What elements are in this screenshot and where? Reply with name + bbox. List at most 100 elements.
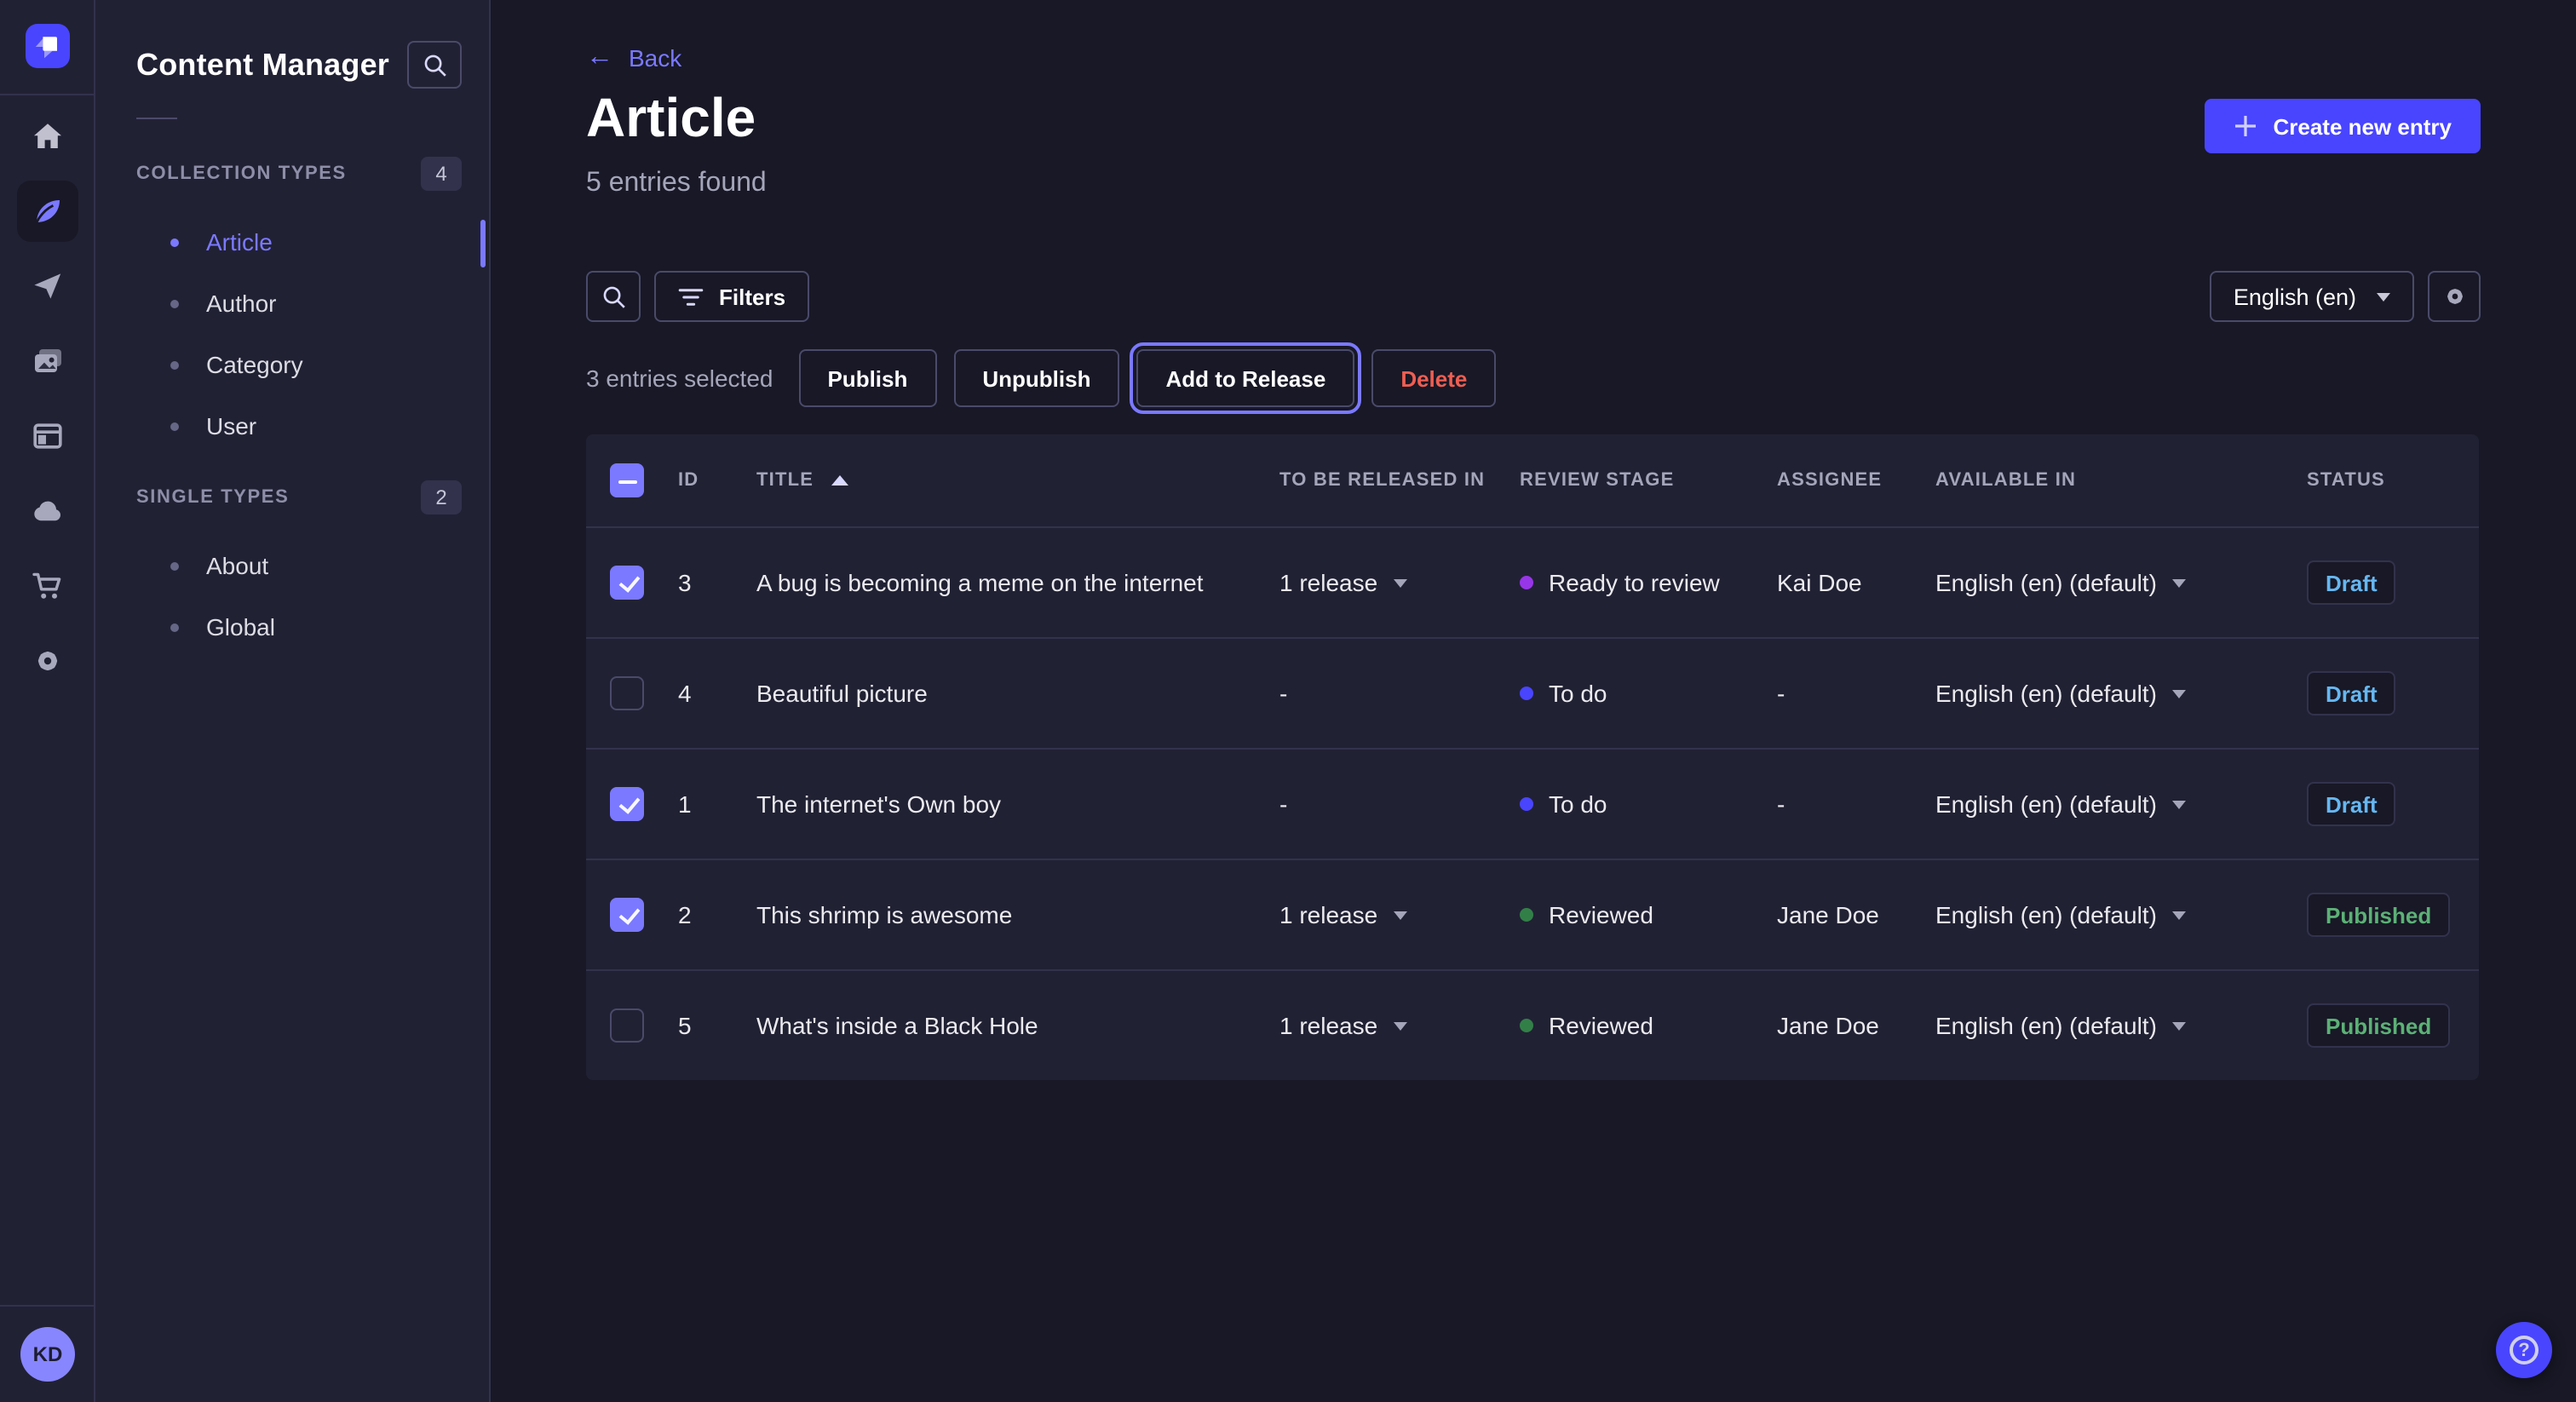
sidebar-item-global[interactable]: Global xyxy=(95,596,489,658)
column-status[interactable]: STATUS xyxy=(2307,470,2479,491)
cell-available-in[interactable]: English (en) (default) xyxy=(1935,569,2307,596)
cell-title: Beautiful picture xyxy=(756,680,1279,707)
filters-label: Filters xyxy=(719,284,785,309)
row-checkbox[interactable] xyxy=(610,787,644,821)
sidebar-search-button[interactable] xyxy=(407,41,462,89)
home-icon[interactable] xyxy=(30,119,64,153)
cell-title: What's inside a Black Hole xyxy=(756,1012,1279,1039)
cell-available-in[interactable]: English (en) (default) xyxy=(1935,790,2307,818)
sidebar-divider xyxy=(136,118,177,119)
strapi-logo-icon[interactable] xyxy=(26,24,70,68)
cell-release[interactable]: - xyxy=(1279,680,1520,707)
row-checkbox[interactable] xyxy=(610,1008,644,1043)
user-avatar[interactable]: KD xyxy=(20,1327,75,1382)
question-mark-icon: ? xyxy=(2510,1336,2539,1365)
sidebar-item-about[interactable]: About xyxy=(95,535,489,596)
back-label: Back xyxy=(629,44,681,72)
release-caret xyxy=(1393,1021,1406,1030)
stage-dot xyxy=(1520,908,1533,922)
cell-title: The internet's Own boy xyxy=(756,790,1279,818)
main-nav-rail: KD xyxy=(0,0,95,1402)
table-row[interactable]: 2 This shrimp is awesome 1 release Revie… xyxy=(586,859,2479,969)
cell-review-stage: Reviewed xyxy=(1520,1012,1777,1039)
sidebar-item-label: User xyxy=(206,412,256,440)
filters-button[interactable]: Filters xyxy=(654,271,809,322)
stage-dot xyxy=(1520,687,1533,700)
search-button[interactable] xyxy=(586,271,641,322)
bullet-icon xyxy=(170,623,179,631)
cell-review-stage: Ready to review xyxy=(1520,569,1777,596)
cell-available-in[interactable]: English (en) (default) xyxy=(1935,901,2307,928)
cell-id: 1 xyxy=(678,790,756,818)
table-row[interactable]: 5 What's inside a Black Hole 1 release R… xyxy=(586,969,2479,1080)
release-caret xyxy=(1393,578,1406,587)
row-checkbox[interactable] xyxy=(610,566,644,600)
status-badge: Draft xyxy=(2307,560,2396,605)
sidebar-item-label: Article xyxy=(206,228,273,256)
page-title: Article xyxy=(586,87,756,150)
selected-count-label: 3 entries selected xyxy=(586,365,773,392)
column-id[interactable]: ID xyxy=(678,470,756,491)
stage-dot xyxy=(1520,797,1533,811)
table-row[interactable]: 3 A bug is becoming a meme on the intern… xyxy=(586,526,2479,637)
cell-title: This shrimp is awesome xyxy=(756,901,1279,928)
sidebar-item-label: Author xyxy=(206,290,277,317)
status-badge: Draft xyxy=(2307,782,2396,826)
row-checkbox[interactable] xyxy=(610,676,644,710)
bullet-icon xyxy=(170,360,179,369)
column-title[interactable]: TITLE xyxy=(756,470,1279,491)
stage-dot xyxy=(1520,1019,1533,1032)
releases-icon[interactable] xyxy=(30,269,64,303)
cell-available-in[interactable]: English (en) (default) xyxy=(1935,1012,2307,1039)
status-badge: Published xyxy=(2307,1003,2450,1048)
column-review-stage[interactable]: REVIEW STAGE xyxy=(1520,470,1777,491)
cell-release[interactable]: - xyxy=(1279,790,1520,818)
sidebar-item-author[interactable]: Author xyxy=(95,273,489,334)
media-library-icon[interactable] xyxy=(30,344,64,378)
plus-icon xyxy=(2234,114,2257,138)
column-available-in[interactable]: AVAILABLE IN xyxy=(1935,470,2307,491)
bulk-actions-bar: 3 entries selected Publish Unpublish Add… xyxy=(586,349,1496,407)
sidebar-title: Content Manager xyxy=(136,47,389,83)
column-assignee[interactable]: ASSIGNEE xyxy=(1777,470,1935,491)
locale-select[interactable]: English (en) xyxy=(2210,271,2414,322)
content-type-builder-icon[interactable] xyxy=(30,419,64,453)
sidebar-item-label: Global xyxy=(206,613,275,641)
settings-icon[interactable] xyxy=(30,644,64,678)
status-badge: Draft xyxy=(2307,671,2396,715)
stage-dot xyxy=(1520,576,1533,589)
single-types-label: SINGLE TYPES xyxy=(136,487,289,508)
cell-assignee: Jane Doe xyxy=(1777,901,1935,928)
table-row[interactable]: 4 Beautiful picture - To do - English (e… xyxy=(586,637,2479,748)
back-link[interactable]: ← Back xyxy=(586,44,681,72)
sort-ascending-icon xyxy=(831,475,848,486)
publish-button[interactable]: Publish xyxy=(798,349,936,407)
cell-available-in[interactable]: English (en) (default) xyxy=(1935,680,2307,707)
sidebar-item-user[interactable]: User xyxy=(95,395,489,457)
sidebar-item-article[interactable]: Article xyxy=(95,211,489,273)
help-button[interactable]: ? xyxy=(2496,1322,2552,1378)
cell-release[interactable]: 1 release xyxy=(1279,901,1520,928)
content-manager-icon[interactable] xyxy=(16,181,78,242)
cell-review-stage: To do xyxy=(1520,790,1777,818)
create-new-entry-button[interactable]: Create new entry xyxy=(2205,99,2481,153)
unpublish-button[interactable]: Unpublish xyxy=(953,349,1119,407)
marketplace-icon[interactable] xyxy=(30,569,64,603)
chevron-down-icon xyxy=(2377,292,2390,301)
cell-assignee: Jane Doe xyxy=(1777,1012,1935,1039)
add-to-release-button[interactable]: Add to Release xyxy=(1136,349,1354,407)
release-caret xyxy=(1393,911,1406,919)
cell-release[interactable]: 1 release xyxy=(1279,1012,1520,1039)
select-all-checkbox[interactable] xyxy=(610,463,644,497)
delete-button[interactable]: Delete xyxy=(1371,349,1496,407)
table-row[interactable]: 1 The internet's Own boy - To do - Engli… xyxy=(586,748,2479,859)
cell-review-stage: To do xyxy=(1520,680,1777,707)
cell-release[interactable]: 1 release xyxy=(1279,569,1520,596)
sidebar-item-category[interactable]: Category xyxy=(95,334,489,395)
chevron-down-icon xyxy=(2172,1021,2186,1030)
active-item-indicator xyxy=(480,220,486,267)
column-to-be-released-in[interactable]: TO BE RELEASED IN xyxy=(1279,470,1520,491)
cloud-icon[interactable] xyxy=(30,494,64,528)
list-settings-button[interactable] xyxy=(2428,271,2481,322)
row-checkbox[interactable] xyxy=(610,898,644,932)
